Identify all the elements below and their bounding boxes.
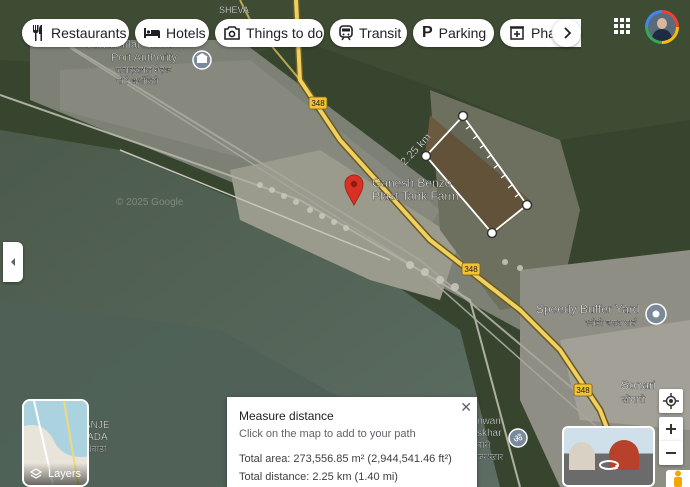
layers-icon: [30, 468, 42, 479]
chevron-right-icon: [563, 27, 571, 39]
account-avatar[interactable]: [645, 10, 679, 44]
pegman-street-view-button[interactable]: [666, 470, 690, 487]
place-label-sonari-hindi: सोनारी: [621, 394, 646, 406]
camera-icon: [224, 24, 240, 42]
highway-badge: 348: [573, 383, 593, 397]
temple-icon: ॐ: [508, 428, 528, 448]
chip-transit[interactable]: Transit: [330, 19, 407, 47]
rotate-360-icon: [599, 460, 619, 470]
total-distance: Total distance: 2.25 km (1.40 mi): [239, 471, 398, 483]
layers-label: Layers: [48, 468, 82, 480]
svg-text:ॐ: ॐ: [513, 433, 522, 445]
zoom-out-button[interactable]: [659, 441, 683, 465]
chip-restaurants[interactable]: Restaurants: [22, 19, 129, 47]
svg-text:जसखार: जसखार: [477, 452, 503, 462]
svg-text:nwari: nwari: [477, 416, 501, 427]
measure-point[interactable]: [486, 227, 498, 239]
chip-hotels[interactable]: Hotels: [135, 19, 209, 47]
measure-point[interactable]: [420, 150, 432, 162]
measure-distance-card: ✕ Measure distance Click on the map to a…: [227, 397, 477, 487]
measure-hint: Click on the map to add to your path: [239, 428, 416, 440]
apps-grid-icon[interactable]: [612, 16, 632, 36]
close-icon[interactable]: ✕: [460, 399, 472, 416]
chip-label: Transit: [359, 25, 402, 41]
svg-text:स्पीडी बफ़र यार्ड: स्पीडी बफ़र यार्ड: [585, 317, 637, 328]
svg-text:348: 348: [464, 265, 478, 274]
train-icon: [339, 24, 353, 42]
pegman-icon: [674, 470, 682, 487]
place-label-sonari: Sonari: [621, 378, 656, 392]
highway-badge: 348: [461, 262, 481, 276]
measure-point[interactable]: [521, 199, 533, 211]
measure-title: Measure distance: [239, 409, 334, 423]
zoom-in-button[interactable]: [659, 417, 683, 441]
minus-icon: [666, 452, 676, 454]
chip-parking[interactable]: P Parking: [413, 19, 494, 47]
street-view-thumbnail[interactable]: [562, 426, 655, 487]
place-pin-icon: [645, 303, 667, 325]
category-chips: Restaurants Hotels Things to do Transit …: [0, 0, 581, 60]
map-copyright: © 2025 Google: [116, 197, 184, 208]
total-area: Total area: 273,556.85 m² (2,944,541.46 …: [239, 453, 452, 465]
svg-text:Speedy Buffer Yard: Speedy Buffer Yard: [536, 302, 639, 316]
chevron-left-icon: [11, 258, 15, 266]
highway-badge: 348: [308, 96, 328, 110]
my-location-icon: [663, 393, 679, 409]
collapse-side-panel-button[interactable]: [3, 242, 23, 282]
svg-text:जवाहरलाल नेहरू: जवाहरलाल नेहरू: [115, 64, 172, 75]
my-location-button[interactable]: [659, 389, 683, 413]
pharmacy-icon: [509, 24, 525, 42]
bed-icon: [144, 24, 160, 42]
chip-label: Hotels: [166, 25, 206, 41]
svg-text:348: 348: [576, 386, 590, 395]
parking-icon: P: [422, 24, 433, 41]
svg-text:Plast Tank Farm: Plast Tank Farm: [372, 189, 458, 203]
svg-text:पोर्ट अथॉरिटी: पोर्ट अथॉरिटी: [116, 75, 159, 86]
svg-text:Ganesh Benzo: Ganesh Benzo: [372, 176, 452, 190]
layers-button[interactable]: Layers: [22, 399, 89, 487]
plus-icon: [666, 424, 676, 434]
chip-label: Restaurants: [51, 25, 127, 41]
chip-label: Things to do: [246, 25, 324, 41]
fork-knife-icon: [31, 24, 45, 42]
measure-point[interactable]: [457, 110, 469, 122]
svg-text:348: 348: [311, 99, 325, 108]
svg-text:वारी: वारी: [477, 439, 491, 450]
chip-things-to-do[interactable]: Things to do: [215, 19, 324, 47]
chips-scroll-right-button[interactable]: [552, 19, 581, 47]
chip-label: Parking: [438, 25, 487, 41]
svg-text:skhar: skhar: [477, 428, 502, 439]
